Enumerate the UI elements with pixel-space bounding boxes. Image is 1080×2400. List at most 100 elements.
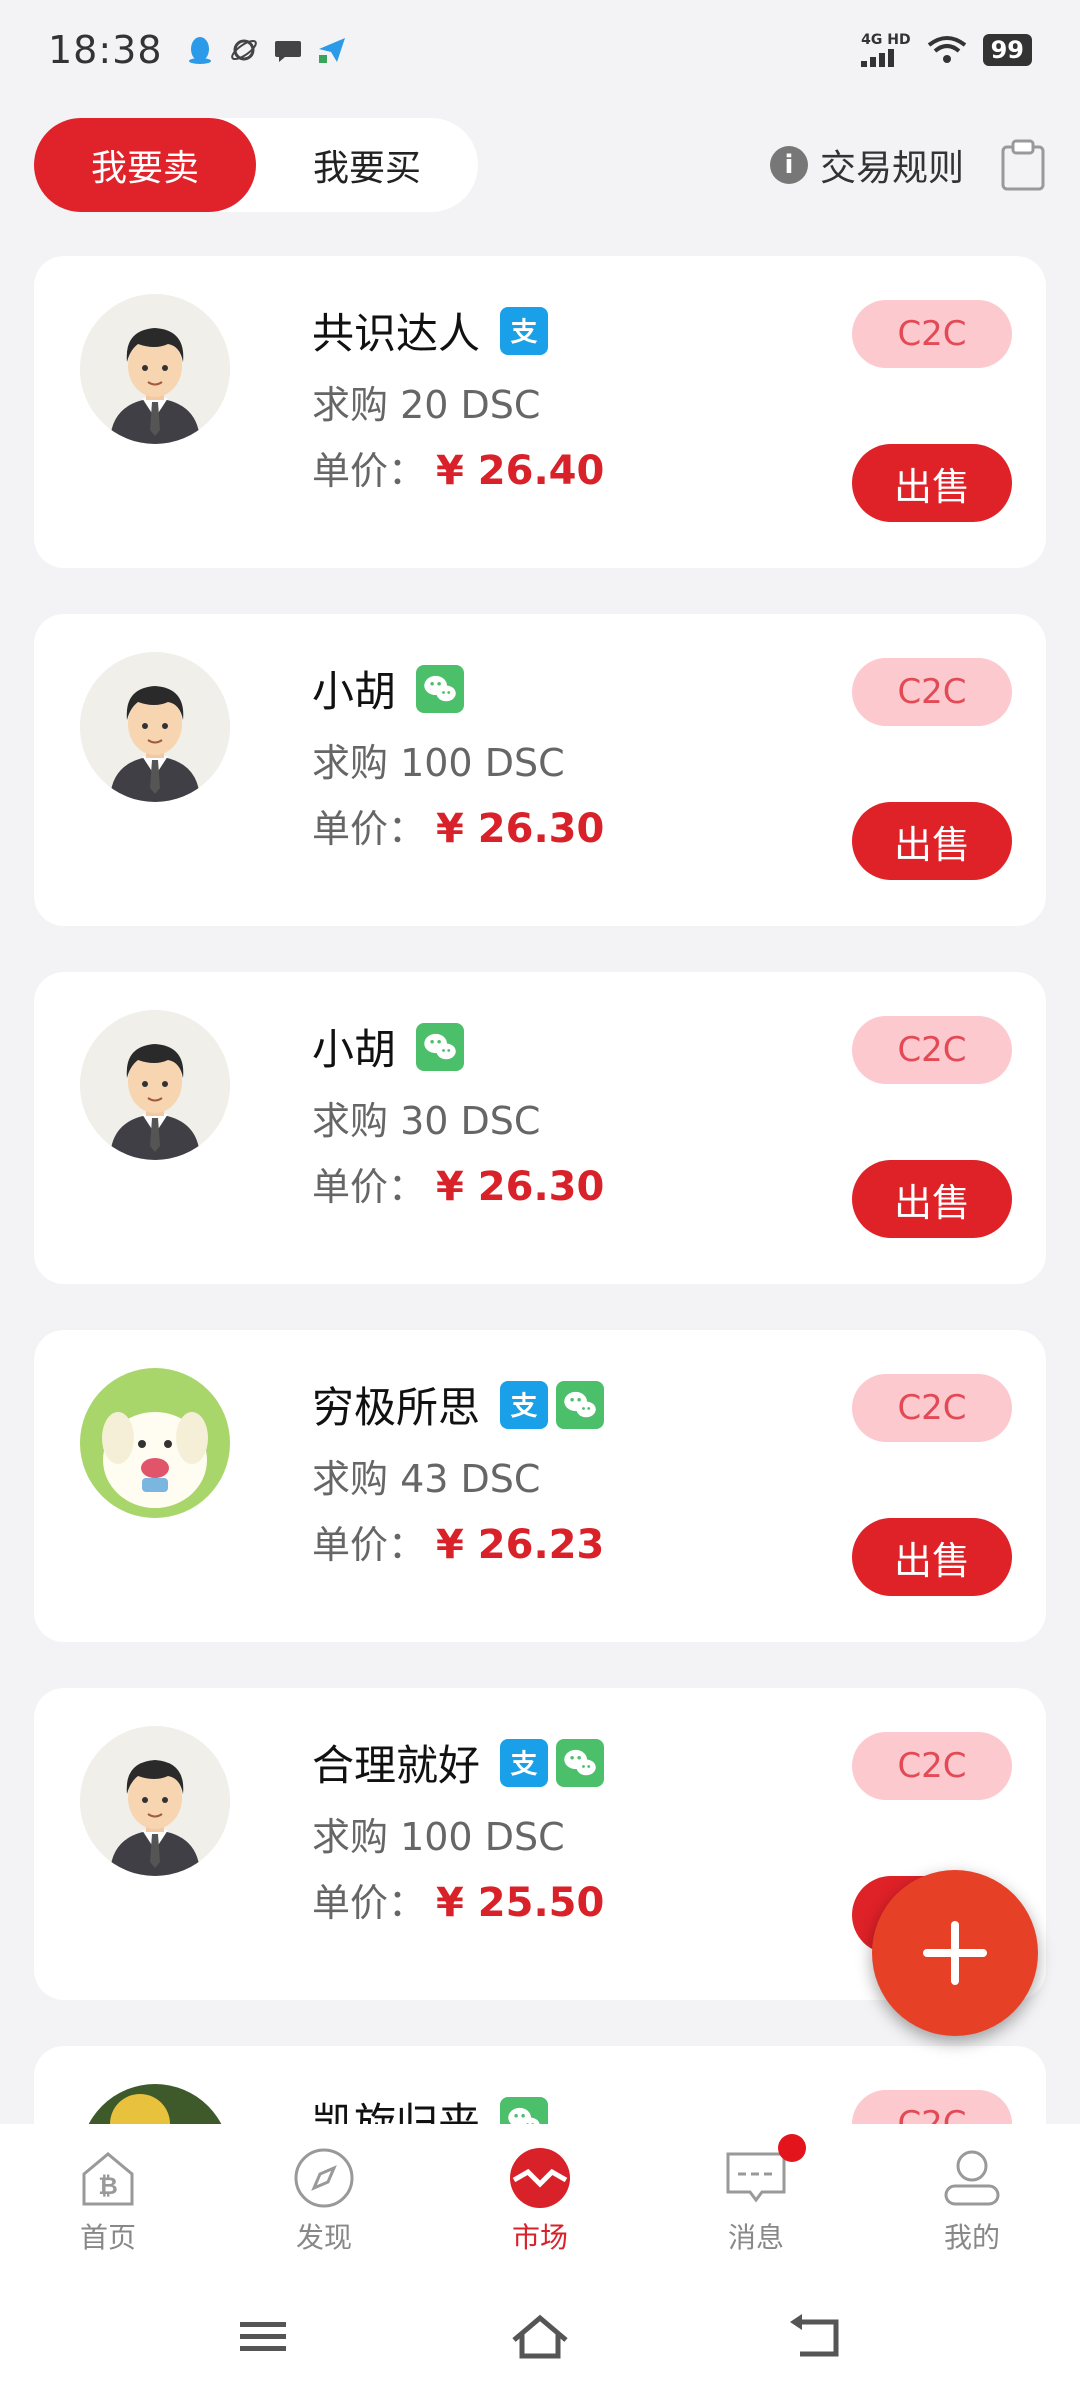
payment-methods [500,2096,549,2124]
payment-methods: 支 [500,1738,605,1787]
alipay-icon: 支 [500,306,549,355]
user-name: 合理就好 [312,1741,481,1790]
unit-price: ¥ 26.40 [436,448,605,494]
wechat-pay-icon [556,1380,605,1429]
user-name: 共识达人 [312,309,481,358]
c2c-badge: C2C [852,2090,1012,2124]
signal-indicator: 4G HD [861,32,911,67]
c2c-badge: C2C [852,300,1012,368]
price-row: 单价： ¥ 26.40 [312,440,604,495]
wechat-pay-icon [416,664,465,713]
sell-button[interactable]: 出售 [852,1518,1012,1596]
purchase-quantity: 求购 30 DSC [312,1099,541,1143]
nav-discover-label: 发现 [295,2221,352,2254]
nav-messages-label: 消息 [727,2221,784,2254]
wechat-pay-icon [416,1022,465,1071]
status-bar: 18:38 4G HD 99 [0,0,1080,100]
purchase-quantity: 求购 43 DSC [312,1457,541,1501]
unit-price: ¥ 26.30 [436,806,605,852]
unit-price: ¥ 26.23 [436,1522,605,1568]
order-card[interactable]: 凯旋归来 C2C [34,2046,1046,2124]
purchase-quantity: 求购 100 DSC [312,741,565,785]
user-avatar[interactable] [80,294,230,444]
c2c-badge: C2C [852,1016,1012,1084]
home-icon[interactable] [510,2312,570,2362]
user-avatar[interactable] [80,652,230,802]
message-badge [778,2134,806,2162]
trade-rules-link[interactable]: i 交易规则 [769,139,964,191]
user-avatar[interactable] [80,1726,230,1876]
status-time: 18:38 [48,28,163,72]
wifi-icon [927,36,966,63]
home-bitcoin-icon: ₿ [82,2152,134,2206]
add-order-button[interactable] [872,1870,1038,2036]
nav-home-label: 首页 [79,2221,136,2254]
network-label: 4G HD [861,32,911,48]
alipay-icon: 支 [500,1738,549,1787]
order-card[interactable]: 小胡求购 100 DSC 单价： ¥ 26.30 C2C 出售 [34,614,1046,926]
profile-icon [944,2150,1000,2206]
status-right: 4G HD 99 [861,33,1032,67]
planet-icon [229,35,259,65]
top-bar: 我要卖 我要买 i 交易规则 [34,118,1046,212]
sell-button[interactable]: 出售 [852,444,1012,522]
sell-button[interactable]: 出售 [852,802,1012,880]
nav-profile-label: 我的 [943,2221,1000,2254]
user-name: 穷极所思 [312,1383,481,1432]
trade-rules-label: 交易规则 [819,148,964,189]
payment-methods: 支 [500,1380,605,1429]
name-row: 共识达人支 [312,300,549,361]
c2c-badge: C2C [852,658,1012,726]
order-card[interactable]: 小胡求购 30 DSC 单价： ¥ 26.30 C2C 出售 [34,972,1046,1284]
name-row: 合理就好支 [312,1732,605,1793]
alipay-icon: 支 [500,1380,549,1429]
compass-icon [294,2148,354,2208]
user-avatar[interactable] [80,1010,230,1160]
name-row: 小胡 [312,1016,465,1077]
tab-buy[interactable]: 我要买 [256,118,478,212]
wechat-pay-icon [500,2096,549,2124]
order-card[interactable]: 穷极所思支求购 43 DSC 单价： ¥ 26.23 C2C 出售 [34,1330,1046,1642]
sell-button[interactable]: 出售 [852,1160,1012,1238]
payment-methods [416,1022,465,1071]
unit-price: ¥ 26.30 [436,1164,605,1210]
plus-icon [923,1921,987,1985]
clipboard-icon[interactable] [1000,139,1046,191]
svg-text:支: 支 [511,1749,538,1780]
user-name: 小胡 [312,1025,397,1074]
user-avatar[interactable] [80,1368,230,1518]
name-row: 穷极所思支 [312,1374,605,1435]
menu-icon[interactable] [234,2312,294,2362]
tab-sell[interactable]: 我要卖 [34,118,256,212]
nav-home[interactable]: ₿ 首页 [0,2124,216,2274]
message-icon [726,2152,786,2203]
send-plane-icon [317,35,347,65]
price-row: 单价： ¥ 26.30 [312,798,604,853]
payment-methods: 支 [500,306,549,355]
order-card[interactable]: 共识达人支求购 20 DSC 单价： ¥ 26.40 C2C 出售 [34,256,1046,568]
chat-bubble-icon [273,35,303,65]
market-icon [510,2148,570,2208]
payment-methods [416,664,465,713]
c2c-badge: C2C [852,1732,1012,1800]
unit-price-label: 单价： [312,1165,427,1209]
unit-price-label: 单价： [312,449,427,493]
nav-market-label: 市场 [511,2221,568,2254]
nav-profile[interactable]: 我的 [864,2124,1080,2274]
c2c-badge: C2C [852,1374,1012,1442]
unit-price-label: 单价： [312,1881,427,1925]
nav-market[interactable]: 市场 [432,2124,648,2274]
nav-messages[interactable]: 消息 [648,2124,864,2274]
user-name: 凯旋归来 [312,2099,481,2124]
system-nav-bar [0,2274,1080,2400]
battery-indicator: 99 [982,34,1032,66]
back-icon[interactable] [786,2312,846,2362]
notification-icons [185,35,347,65]
wechat-pay-icon [556,1738,605,1787]
name-row: 小胡 [312,658,465,719]
user-avatar[interactable] [80,2084,230,2124]
nav-discover[interactable]: 发现 [216,2124,432,2274]
trade-mode-switch: 我要卖 我要买 [34,118,478,212]
svg-text:₿: ₿ [98,2172,118,2200]
qq-icon [185,35,215,65]
